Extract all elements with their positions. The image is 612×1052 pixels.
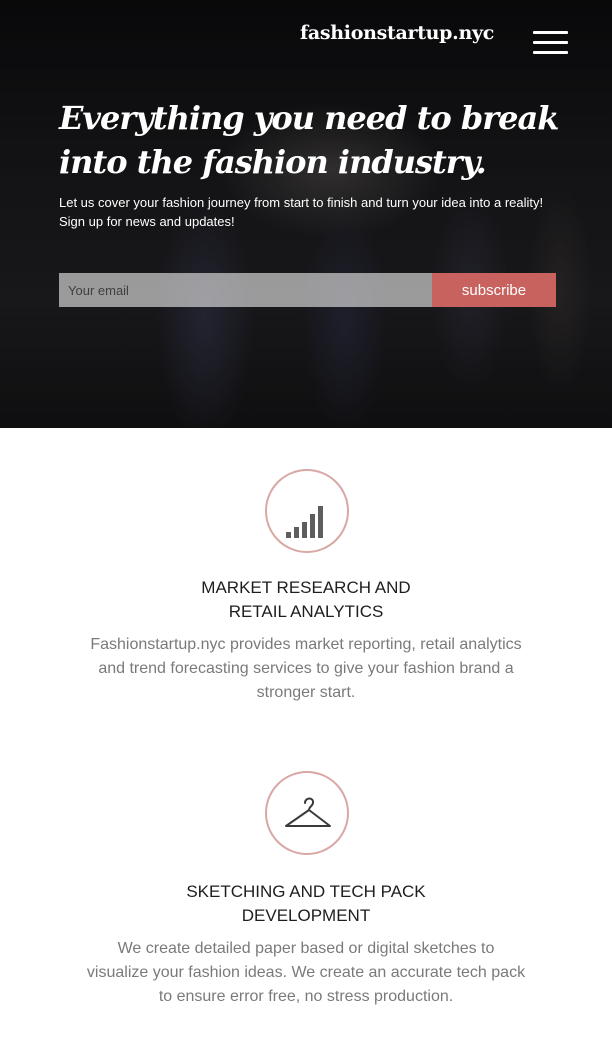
hero-headline-line: Everything you need to break <box>59 99 559 137</box>
subscribe-button[interactable]: subscribe <box>432 273 556 307</box>
menu-line <box>533 51 568 54</box>
service-description: We create detailed paper based or digita… <box>86 940 526 1005</box>
hamburger-menu-icon[interactable] <box>533 31 568 55</box>
service-title: MARKET RESEARCH AND RETAIL ANALYTICS <box>106 576 506 624</box>
hero-section: fashionstartup.nyc Everything you need t… <box>0 0 612 428</box>
menu-line <box>533 41 568 44</box>
hero-intro-text: Let us cover your fashion journey from s… <box>59 195 544 210</box>
hanger-icon <box>265 771 349 855</box>
service-description: Fashionstartup.nyc provides market repor… <box>90 636 522 701</box>
service-title-line: MARKET RESEARCH AND <box>201 578 411 597</box>
hero-headline: Everything you need to break into the fa… <box>59 96 579 184</box>
email-input[interactable] <box>59 273 432 307</box>
bar-chart-icon <box>265 469 349 553</box>
service-title-line: SKETCHING AND TECH PACK <box>186 882 426 901</box>
menu-line <box>533 31 568 34</box>
hero-headline-line: into the fashion industry. <box>59 143 487 181</box>
service-title-line: DEVELOPMENT <box>241 906 371 925</box>
signup-prompt: Sign up for news and updates! <box>59 214 235 229</box>
hero-intro: Let us cover your fashion journey from s… <box>59 193 559 231</box>
service-title-line: RETAIL ANALYTICS <box>228 602 384 621</box>
site-logo[interactable]: fashionstartup.nyc <box>300 22 494 44</box>
service-title: SKETCHING AND TECH PACK DEVELOPMENT <box>106 880 506 928</box>
subscribe-form: subscribe <box>59 273 556 307</box>
